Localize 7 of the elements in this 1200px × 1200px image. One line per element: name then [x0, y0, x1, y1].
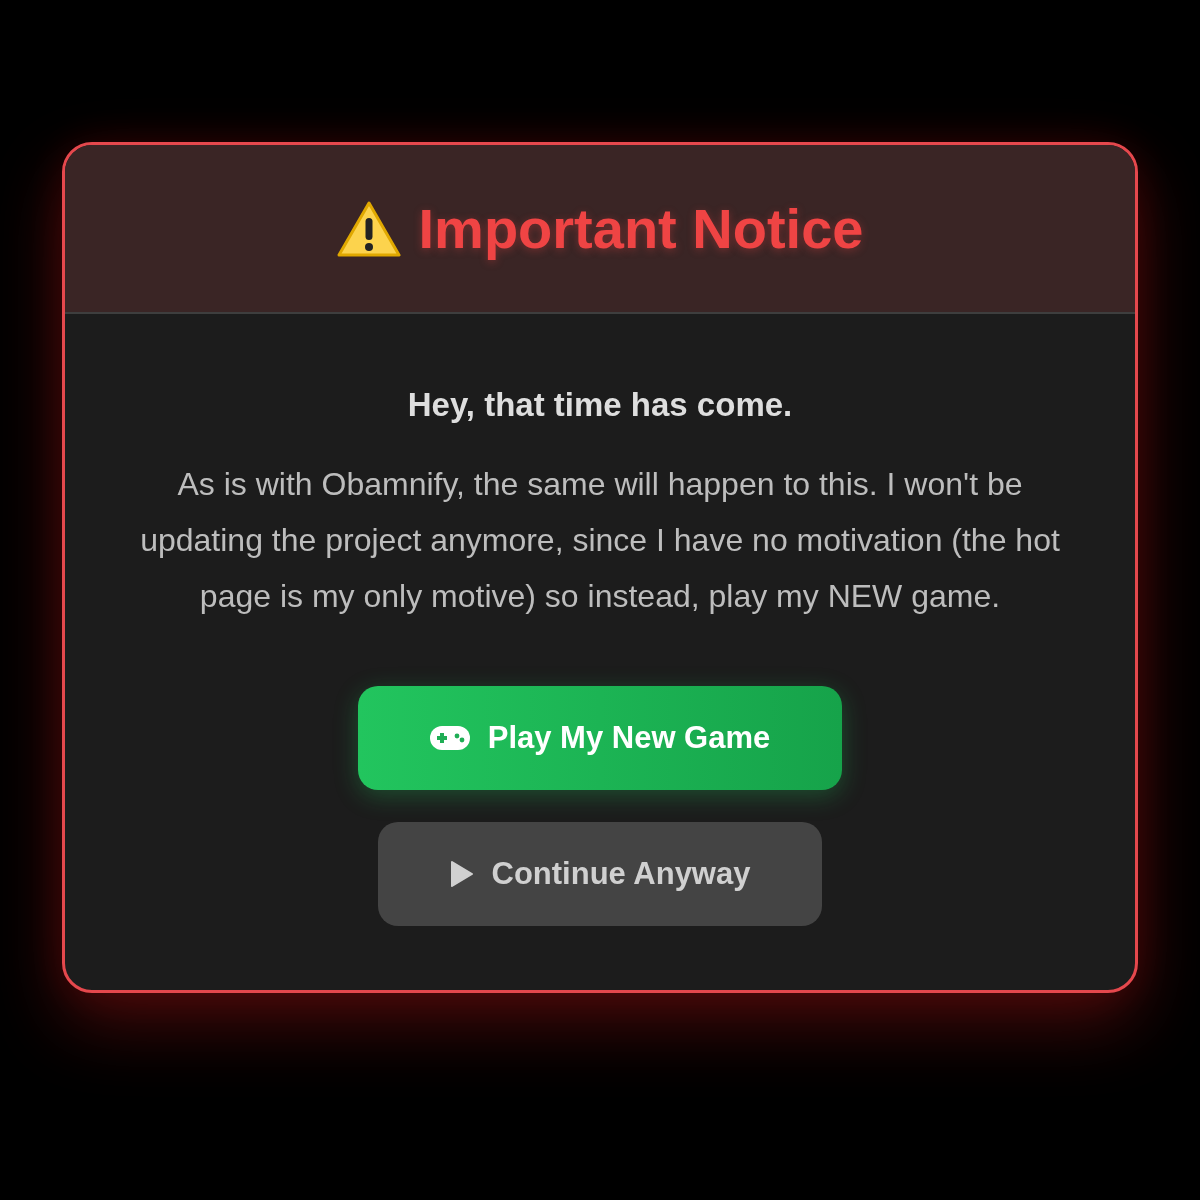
gamepad-icon: [429, 726, 470, 750]
dialog-subtitle: Hey, that time has come.: [407, 386, 793, 424]
warning-icon: [336, 199, 401, 258]
continue-button[interactable]: Continue Anyway: [378, 822, 822, 926]
play-icon: [449, 860, 474, 888]
dialog-message: As is with Obamnify, the same will happen to this. I won't be updating the project anymore, since I have no motivation (the hot page is my only motive) so instead, play my NEW game.: [139, 465, 1061, 616]
dialog-title: Important Notice: [418, 196, 864, 261]
